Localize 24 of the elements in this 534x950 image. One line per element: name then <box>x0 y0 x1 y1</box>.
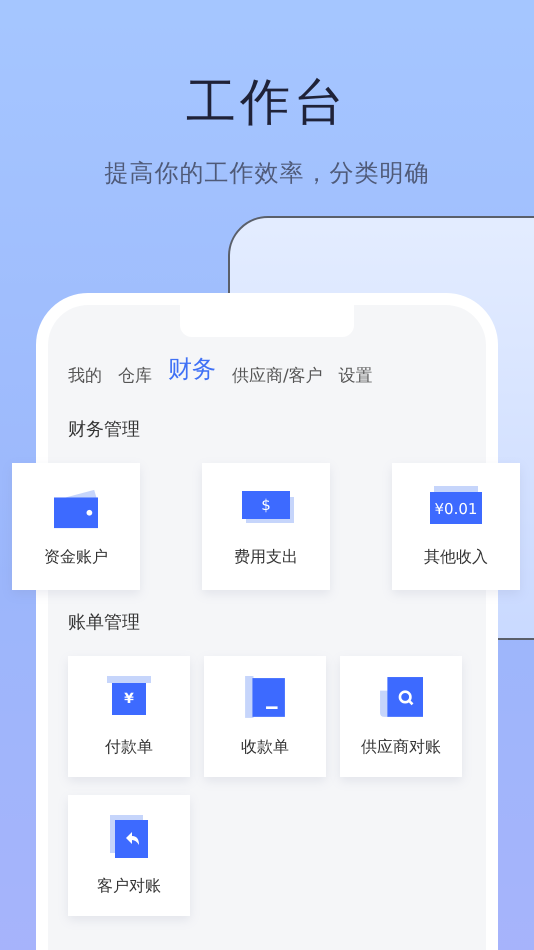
headline: 工作台 <box>185 72 349 133</box>
tile-label: 付款单 <box>105 736 153 758</box>
menu-tile[interactable]: $ 费用支出 <box>202 463 330 590</box>
tile-label: 费用支出 <box>234 546 298 568</box>
tile-label: 客户对账 <box>97 874 161 896</box>
menu-tile[interactable]: ¥0.01 其他收入 <box>392 463 520 590</box>
tile-label: 供应商对账 <box>361 736 441 758</box>
tab[interactable]: 财务 <box>168 353 216 385</box>
search-document-icon <box>377 676 425 720</box>
tile-label: 资金账户 <box>44 546 108 568</box>
tab[interactable]: 供应商/客户 <box>232 364 323 388</box>
tab[interactable]: 我的 <box>68 364 102 388</box>
tab[interactable]: 仓库 <box>118 364 152 388</box>
section-title: 账单管理 <box>67 611 141 635</box>
menu-tile[interactable]: ¥ 付款单 <box>68 656 190 777</box>
tile-label: 其他收入 <box>424 546 488 568</box>
menu-tile[interactable]: 资金账户 <box>12 463 140 590</box>
section-title: 财务管理 <box>67 418 141 442</box>
subtitle: 提高你的工作效率，分类明确 <box>104 158 430 189</box>
tab[interactable]: 设置 <box>338 364 373 388</box>
menu-tile[interactable]: 收款单 <box>204 656 326 777</box>
menu-tile[interactable]: 客户对账 <box>68 795 190 916</box>
tile-label: 收款单 <box>241 736 289 758</box>
menu-tile[interactable]: 供应商对账 <box>340 656 462 777</box>
